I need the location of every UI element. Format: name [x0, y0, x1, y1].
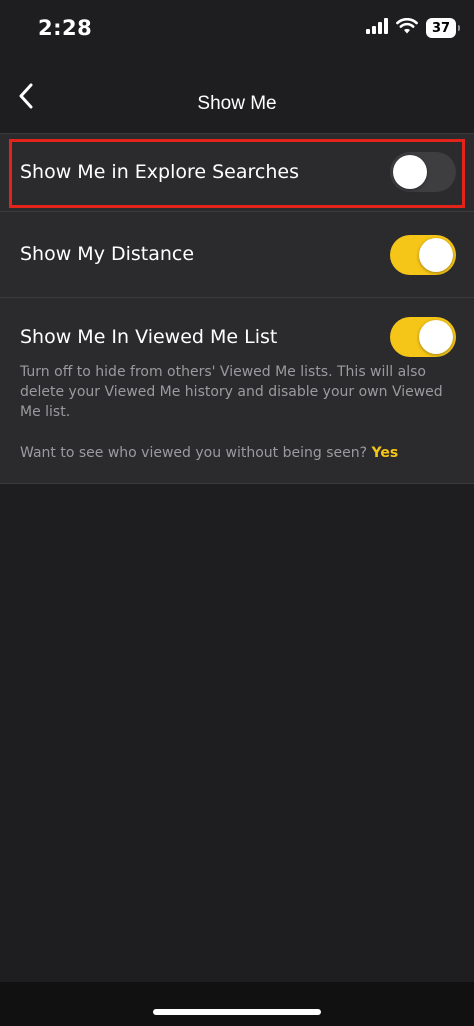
my-distance-toggle[interactable]: [390, 235, 456, 275]
setting-row-viewed-me-list: Show Me In Viewed Me List Turn off to hi…: [0, 298, 474, 484]
status-icons: 37: [366, 17, 460, 38]
nav-bar: Show Me: [0, 60, 474, 134]
battery-icon: 37: [426, 18, 460, 38]
bottom-bar: [0, 982, 474, 1026]
toggle-knob: [419, 238, 453, 272]
viewed-me-list-description: Turn off to hide from others' Viewed Me …: [20, 364, 443, 420]
status-bar: 2:28 37: [0, 0, 474, 60]
viewed-me-list-toggle[interactable]: [390, 317, 456, 357]
setting-row-explore-searches: Show Me in Explore Searches: [0, 134, 474, 212]
viewed-me-cta-link[interactable]: Yes: [371, 445, 398, 461]
home-indicator[interactable]: [153, 1009, 321, 1015]
explore-searches-label: Show Me in Explore Searches: [20, 161, 299, 183]
viewed-me-list-label: Show Me In Viewed Me List: [20, 326, 278, 348]
toggle-knob: [393, 155, 427, 189]
viewed-me-cta-text: Want to see who viewed you without being…: [20, 445, 368, 461]
viewed-me-cta: Want to see who viewed you without being…: [20, 443, 452, 463]
wifi-icon: [396, 17, 418, 38]
cellular-signal-icon: [366, 18, 388, 38]
status-time: 2:28: [38, 16, 93, 40]
settings-list: Show Me in Explore Searches Show My Dist…: [0, 134, 474, 484]
setting-row-my-distance: Show My Distance: [0, 212, 474, 298]
my-distance-label: Show My Distance: [20, 243, 195, 265]
explore-searches-toggle[interactable]: [390, 152, 456, 192]
toggle-knob: [419, 320, 453, 354]
page-title: Show Me: [197, 93, 277, 114]
